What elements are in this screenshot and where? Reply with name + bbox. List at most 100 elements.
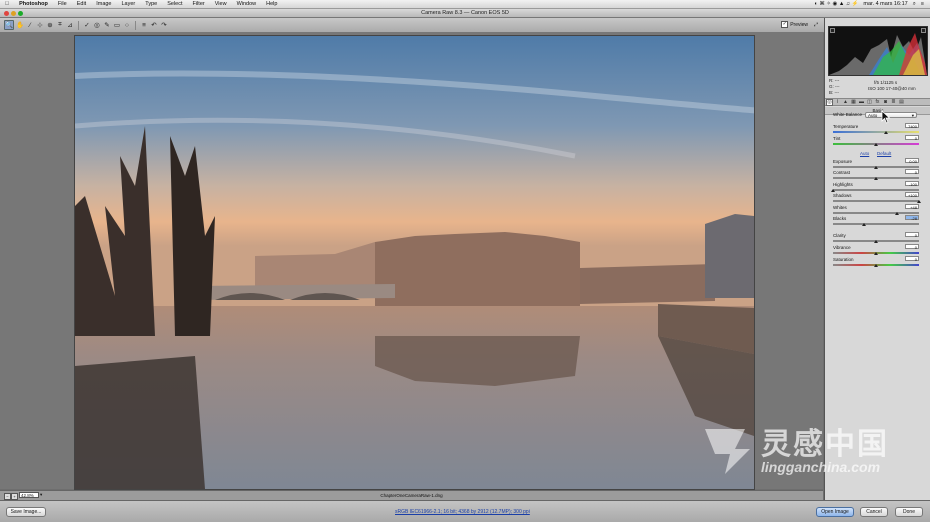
spot-removal-icon[interactable]: ✓ — [83, 21, 91, 29]
slider-value-whites[interactable]: +48 — [905, 204, 919, 210]
window-titlebar: Camera Raw 8.3 — Canon EOS 5D — [0, 9, 930, 18]
menubar-clock[interactable]: mar. 4 mars 16:17 — [863, 1, 907, 7]
color-sampler-icon[interactable]: ⊹ — [36, 21, 44, 29]
menu-file[interactable]: File — [53, 1, 72, 7]
auto-link[interactable]: Auto — [860, 151, 869, 156]
zoom-window-button[interactable] — [18, 10, 23, 16]
radial-filter-icon[interactable]: ○ — [123, 21, 131, 29]
adjustment-brush-icon[interactable]: ✎ — [103, 21, 111, 29]
preview-label: Preview — [790, 21, 808, 28]
tab-hsl-icon[interactable]: ▦ — [851, 99, 856, 105]
tab-effects-icon[interactable]: fx — [875, 99, 880, 105]
slider-thumb-vibrance[interactable] — [874, 252, 878, 255]
slider-track-highlights[interactable] — [833, 189, 919, 191]
open-image-button[interactable]: Open Image — [816, 507, 854, 517]
menu-help[interactable]: Help — [261, 1, 282, 7]
rgb-b-readout: B: --- — [829, 90, 839, 95]
file-name: ChapterOneCameraRaw-1.dng — [380, 492, 443, 498]
slider-thumb-whites[interactable] — [894, 212, 899, 215]
slider-thumb-highlights[interactable] — [831, 189, 835, 192]
menu-type[interactable]: Type — [140, 1, 162, 7]
menu-view[interactable]: View — [210, 1, 232, 7]
slider-thumb-blacks[interactable] — [861, 223, 866, 226]
panel-tabs: ◎ ⌇ ▲ ▦ ▬ ◫ fx ◙ ≣ ▤ — [825, 98, 930, 106]
white-balance-select[interactable]: Auto ▾ — [865, 112, 917, 118]
slider-label-tint: Tint — [833, 136, 841, 141]
menu-layer[interactable]: Layer — [117, 1, 141, 7]
aperture-shutter: f/5 1/1125 s — [874, 80, 898, 85]
zoom-icon[interactable]: 🔍 — [4, 20, 14, 30]
preview-toggle[interactable]: ✓ Preview ⤢ — [781, 21, 818, 28]
tab-detail-icon[interactable]: ▲ — [843, 99, 848, 105]
shadow-clipping-icon[interactable] — [830, 28, 835, 33]
slider-thumb-clarity[interactable] — [874, 240, 878, 243]
watermark: 灵感中国 lingganchina.com — [695, 419, 915, 481]
menu-image[interactable]: Image — [91, 1, 116, 7]
slider-label-exposure: Exposure — [833, 159, 853, 164]
menu-filter[interactable]: Filter — [188, 1, 210, 7]
hand-icon[interactable]: ✋ — [16, 21, 24, 29]
slider-value-tint[interactable]: 0 — [905, 135, 919, 141]
red-eye-icon[interactable]: ◎ — [93, 21, 101, 29]
default-link[interactable]: Default — [877, 151, 891, 156]
crop-icon[interactable]: ⌗ — [56, 21, 64, 29]
tab-tone-curve-icon[interactable]: ⌇ — [835, 99, 840, 105]
slider-value-contrast[interactable]: 0 — [905, 169, 919, 175]
tab-presets-icon[interactable]: ≣ — [891, 99, 896, 105]
slider-thumb-tint[interactable] — [874, 143, 878, 146]
mouse-cursor-icon — [881, 110, 891, 124]
highlight-clipping-icon[interactable] — [921, 28, 926, 33]
tab-snapshots-icon[interactable]: ▤ — [899, 99, 904, 105]
menu-edit[interactable]: Edit — [72, 1, 91, 7]
straighten-icon[interactable]: ⊿ — [66, 21, 74, 29]
histogram — [828, 26, 928, 76]
slider-thumb-saturation[interactable] — [874, 264, 878, 267]
preview-checkbox[interactable]: ✓ — [781, 21, 789, 28]
notification-icon[interactable]: ≡ — [921, 1, 924, 7]
slider-value-highlights[interactable]: -100 — [905, 181, 919, 187]
slider-thumb-shadows[interactable] — [917, 200, 921, 203]
tab-lens-icon[interactable]: ◫ — [867, 99, 872, 105]
slider-track-whites[interactable] — [833, 212, 919, 214]
slider-label-temperature: Temperature — [833, 124, 859, 129]
slider-track-temperature[interactable] — [833, 131, 919, 133]
apple-menu-icon[interactable]:  — [0, 1, 14, 7]
target-adjust-icon[interactable]: ⊕ — [46, 21, 54, 29]
spotlight-icon[interactable]: ⌕ — [913, 1, 916, 8]
rotate-ccw-icon[interactable]: ↶ — [150, 21, 158, 29]
tab-camera-calibration-icon[interactable]: ◙ — [883, 99, 888, 105]
slider-track-shadows[interactable] — [833, 200, 919, 202]
menu-window[interactable]: Window — [232, 1, 262, 7]
menu-select[interactable]: Select — [162, 1, 187, 7]
white-balance-icon[interactable]: ⁄ — [26, 21, 34, 29]
cancel-button[interactable]: Cancel — [860, 507, 888, 517]
slider-value-clarity[interactable]: 0 — [905, 232, 919, 238]
tab-basic-icon[interactable]: ◎ — [826, 98, 833, 106]
rotate-cw-icon[interactable]: ↷ — [160, 21, 168, 29]
save-image-button[interactable]: Save Image... — [6, 507, 46, 517]
status-icons[interactable]: ◐ ⌘ ✧ ◉ ▲ ♫ ⚡ — [815, 1, 859, 7]
close-window-button[interactable] — [4, 10, 9, 16]
slider-thumb-contrast[interactable] — [874, 177, 878, 180]
paris-seine-photo — [75, 36, 754, 489]
slider-value-shadows[interactable]: +100 — [905, 192, 919, 198]
slider-value-vibrance[interactable]: 0 — [905, 244, 919, 250]
exif-readout: R: --- G: --- B: --- f/5 1/1125 s ISO 10… — [828, 76, 926, 96]
slider-thumb-temperature[interactable] — [884, 131, 889, 134]
slider-thumb-exposure[interactable] — [874, 166, 878, 169]
fullscreen-icon[interactable]: ⤢ — [814, 22, 818, 28]
minimize-window-button[interactable] — [11, 10, 16, 16]
workflow-options-link[interactable]: sRGB IEC61966-2.1; 16 bit; 4368 by 2912 … — [395, 509, 530, 515]
tab-split-toning-icon[interactable]: ▬ — [859, 99, 864, 105]
slider-value-blacks[interactable]: -28 — [905, 215, 919, 221]
menu-app-name[interactable]: Photoshop — [14, 1, 53, 7]
bottom-bar: Save Image... sRGB IEC61966-2.1; 16 bit;… — [0, 500, 930, 522]
slider-value-temperature[interactable]: 7400 — [905, 123, 919, 129]
preview-photo[interactable] — [74, 35, 755, 490]
slider-value-exposure[interactable]: 0.00 — [905, 158, 919, 164]
graduated-filter-icon[interactable]: ▭ — [113, 21, 121, 29]
done-button[interactable]: Done — [895, 507, 923, 517]
preferences-icon[interactable]: ≡ — [140, 21, 148, 29]
slider-track-blacks[interactable] — [833, 223, 919, 225]
slider-value-saturation[interactable]: 0 — [905, 256, 919, 262]
